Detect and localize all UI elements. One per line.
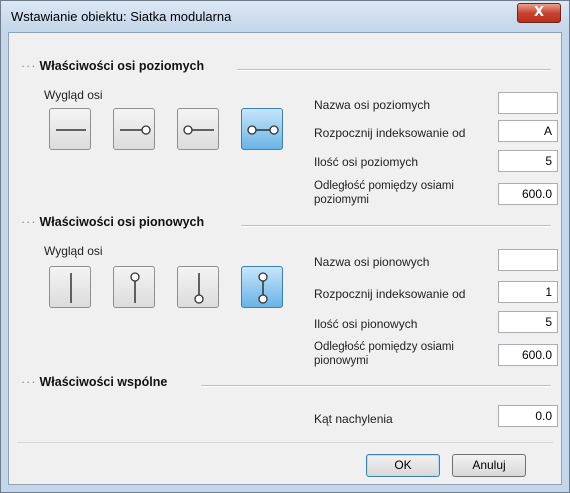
horizontal-name-label: Nazwa osi poziomych [314,98,431,112]
section-vertical-axes: ··· Właściwości osi pionowych [21,215,205,229]
horizontal-spacing-label: Odległość pomiędzy osiami poziomymi [314,179,454,207]
horizontal-name-input[interactable] [498,92,558,114]
horizontal-count-input[interactable]: 5 [498,150,558,172]
horizontal-start-input[interactable]: A [498,120,558,142]
dialog-window: Wstawianie obiektu: Siatka modularna X ·… [0,0,570,493]
horizontal-start-label: Rozpocznij indeksowanie od [314,126,466,140]
horizontal-style-bubble-start-button[interactable] [177,108,219,150]
section-common: ··· Właściwości wspólne [21,375,168,389]
vertical-count-label: Ilość osi pionowych [314,317,418,331]
dialog-client-area: ··· Właściwości osi poziomych Wygląd osi … [8,32,562,485]
vertical-spacing-input[interactable]: 600.0 [498,344,558,366]
vertical-start-input[interactable]: 1 [498,281,558,303]
vertical-name-input[interactable] [498,249,558,271]
horizontal-count-label: Ilość osi poziomych [314,155,419,169]
section-horizontal-axes: ··· Właściwości osi poziomych [21,59,205,73]
section-vertical-title: Właściwości osi pionowych [39,215,205,229]
line-bubble-end-icon [120,125,151,135]
vline-bubble-bottom-icon [194,273,204,304]
vertical-style-bubble-both-button[interactable] [241,266,283,308]
line-bubble-start-icon [183,125,214,135]
vertical-style-plain-button[interactable] [49,266,91,308]
cancel-button[interactable]: Anuluj [452,454,526,477]
close-button[interactable]: X [517,3,561,23]
window-title: Wstawianie obiektu: Siatka modularna [11,9,232,24]
horizontal-style-bubble-both-button[interactable] [241,108,283,150]
horizontal-spacing-input[interactable]: 600.0 [498,183,558,205]
line-bubble-both-icon [247,125,279,135]
vertical-style-bubble-bottom-button[interactable] [177,266,219,308]
vertical-spacing-label-line2: pionowymi [314,355,369,367]
vline-bubble-top-icon [130,272,140,303]
horizontal-appearance-label: Wygląd osi [44,88,103,102]
vline-bubble-both-icon [258,272,268,304]
vertical-style-bubble-top-button[interactable] [113,266,155,308]
vertical-count-input[interactable]: 5 [498,311,558,333]
vertical-spacing-label-line1: Odległość pomiędzy osiami [314,341,454,353]
horizontal-style-bubble-end-button[interactable] [113,108,155,150]
vline-plain-icon [70,273,72,303]
section-horizontal-title: Właściwości osi poziomych [39,59,205,73]
vertical-appearance-label: Wygląd osi [44,244,103,258]
angle-label: Kąt nachylenia [314,412,393,426]
section-divider [201,385,551,387]
angle-input[interactable]: 0.0 [498,405,558,427]
horizontal-spacing-label-line1: Odległość pomiędzy osiami [314,180,454,192]
close-icon: X [533,5,545,20]
button-separator [17,442,553,443]
horizontal-style-plain-button[interactable] [49,108,91,150]
section-divider [237,69,551,71]
vertical-spacing-label: Odległość pomiędzy osiami pionowymi [314,340,454,368]
section-common-title: Właściwości wspólne [39,375,168,389]
title-bar[interactable]: Wstawianie obiektu: Siatka modularna X [1,1,569,31]
vertical-start-label: Rozpocznij indeksowanie od [314,287,466,301]
ok-button[interactable]: OK [366,454,440,477]
section-divider [241,225,551,227]
line-plain-icon [56,129,86,131]
horizontal-spacing-label-line2: poziomymi [314,194,369,206]
vertical-name-label: Nazwa osi pionowych [314,255,430,269]
